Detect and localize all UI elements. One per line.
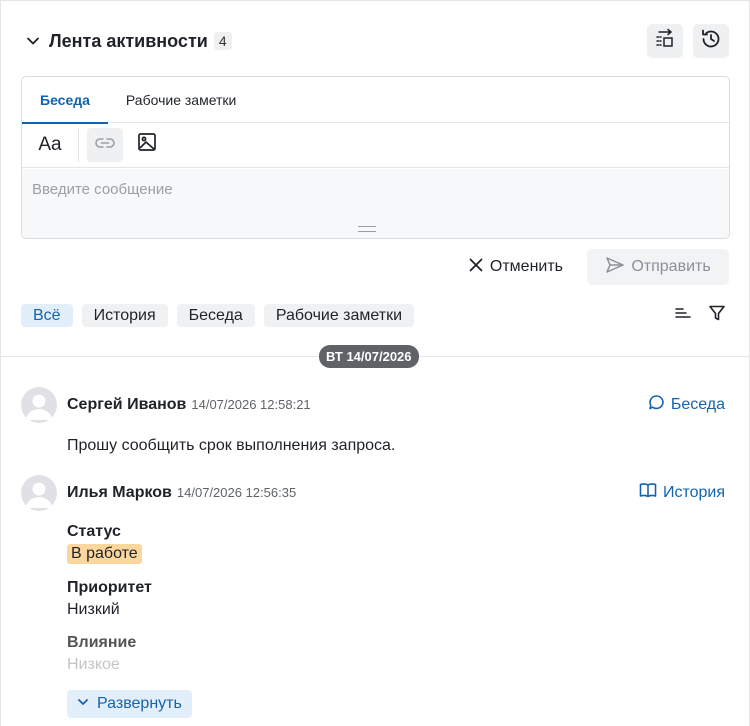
filter-tools xyxy=(673,305,727,325)
entry-meta: Илья Марков 14/07/2026 12:56:35 xyxy=(67,484,296,502)
entry-author[interactable]: Сергей Иванов xyxy=(67,396,186,414)
composer-actions: Отменить Отправить xyxy=(468,249,729,285)
feed-header: Лента активности 4 xyxy=(23,23,729,59)
message-input[interactable]: Введите сообщение xyxy=(22,169,729,238)
sort-swap-button[interactable] xyxy=(647,24,683,58)
speech-bubble-icon xyxy=(648,394,665,416)
activity-feed-panel: Лента активности 4 Беседа Рабочие заметк… xyxy=(0,0,750,726)
text-format-button[interactable]: Aa xyxy=(28,128,72,162)
close-icon xyxy=(468,257,484,278)
field-label: Статус xyxy=(67,523,121,540)
entry-author[interactable]: Илья Марков xyxy=(67,484,172,502)
send-icon xyxy=(605,256,625,279)
user-avatar-icon xyxy=(21,394,57,423)
entry-type-history[interactable]: История xyxy=(639,482,725,503)
expand-button[interactable]: Развернуть xyxy=(67,690,192,718)
date-separator: ВТ 14/07/2026 xyxy=(319,345,419,368)
insert-image-button[interactable] xyxy=(129,128,165,162)
user-avatar-icon xyxy=(21,482,57,511)
feed-entry: Илья Марков 14/07/2026 12:56:35 История … xyxy=(21,475,725,675)
filter-conversation[interactable]: Беседа xyxy=(176,304,255,327)
tab-work-notes[interactable]: Рабочие заметки xyxy=(108,77,254,123)
message-composer: Беседа Рабочие заметки Aa Введите сообще… xyxy=(21,76,730,239)
sort-lines-icon xyxy=(674,305,692,326)
feed-title: Лента активности xyxy=(49,30,208,51)
field-impact: Влияние Низкое xyxy=(67,634,136,674)
history-icon xyxy=(700,28,722,55)
message-placeholder: Введите сообщение xyxy=(32,181,173,198)
entry-message: Прошу сообщить срок выполнения запроса. xyxy=(67,437,396,454)
feed-count-badge: 4 xyxy=(213,32,232,50)
header-actions xyxy=(647,24,729,58)
field-priority: Приоритет Низкий xyxy=(67,579,152,619)
toolbar-separator xyxy=(78,128,79,162)
expand-label: Развернуть xyxy=(97,695,182,712)
field-status: Статус В работе xyxy=(67,523,142,564)
book-icon xyxy=(639,482,657,503)
tab-conversation[interactable]: Беседа xyxy=(22,77,108,124)
sort-swap-icon xyxy=(654,28,676,55)
insert-link-button[interactable] xyxy=(87,128,123,162)
filter-funnel-icon xyxy=(708,304,726,327)
entry-type-conversation[interactable]: Беседа xyxy=(648,394,725,416)
avatar xyxy=(21,475,57,511)
chevron-down-icon[interactable] xyxy=(23,31,43,51)
resize-handle[interactable] xyxy=(358,226,376,232)
filter-button[interactable] xyxy=(707,305,727,325)
field-value: Низкое xyxy=(67,656,120,673)
image-icon xyxy=(137,132,157,158)
feed-entry: Сергей Иванов 14/07/2026 12:58:21 Беседа… xyxy=(21,387,725,467)
field-value: Низкий xyxy=(67,601,120,618)
avatar xyxy=(21,387,57,423)
sort-button[interactable] xyxy=(673,305,693,325)
entry-type-label: Беседа xyxy=(670,396,725,413)
entry-time: 14/07/2026 12:56:35 xyxy=(176,485,297,500)
composer-tabs: Беседа Рабочие заметки xyxy=(22,77,729,124)
cancel-button[interactable]: Отменить xyxy=(468,257,563,278)
status-badge: В работе xyxy=(67,544,142,564)
history-button[interactable] xyxy=(693,24,729,58)
field-label: Приоритет xyxy=(67,579,152,596)
entry-meta: Сергей Иванов 14/07/2026 12:58:21 xyxy=(67,396,311,414)
send-label: Отправить xyxy=(631,258,711,275)
link-icon xyxy=(94,134,116,156)
filter-all[interactable]: Всё xyxy=(21,304,73,327)
chevron-down-icon xyxy=(77,695,89,713)
feed-filters: Всё История Беседа Рабочие заметки xyxy=(21,304,415,327)
filter-history[interactable]: История xyxy=(81,304,168,327)
editor-toolbar: Aa xyxy=(22,123,729,168)
field-label: Влияние xyxy=(67,634,137,651)
cancel-label: Отменить xyxy=(489,258,563,275)
entry-time: 14/07/2026 12:58:21 xyxy=(191,397,311,412)
entry-type-label: История xyxy=(662,483,725,501)
send-button[interactable]: Отправить xyxy=(587,249,729,285)
filter-work-notes[interactable]: Рабочие заметки xyxy=(263,304,415,327)
